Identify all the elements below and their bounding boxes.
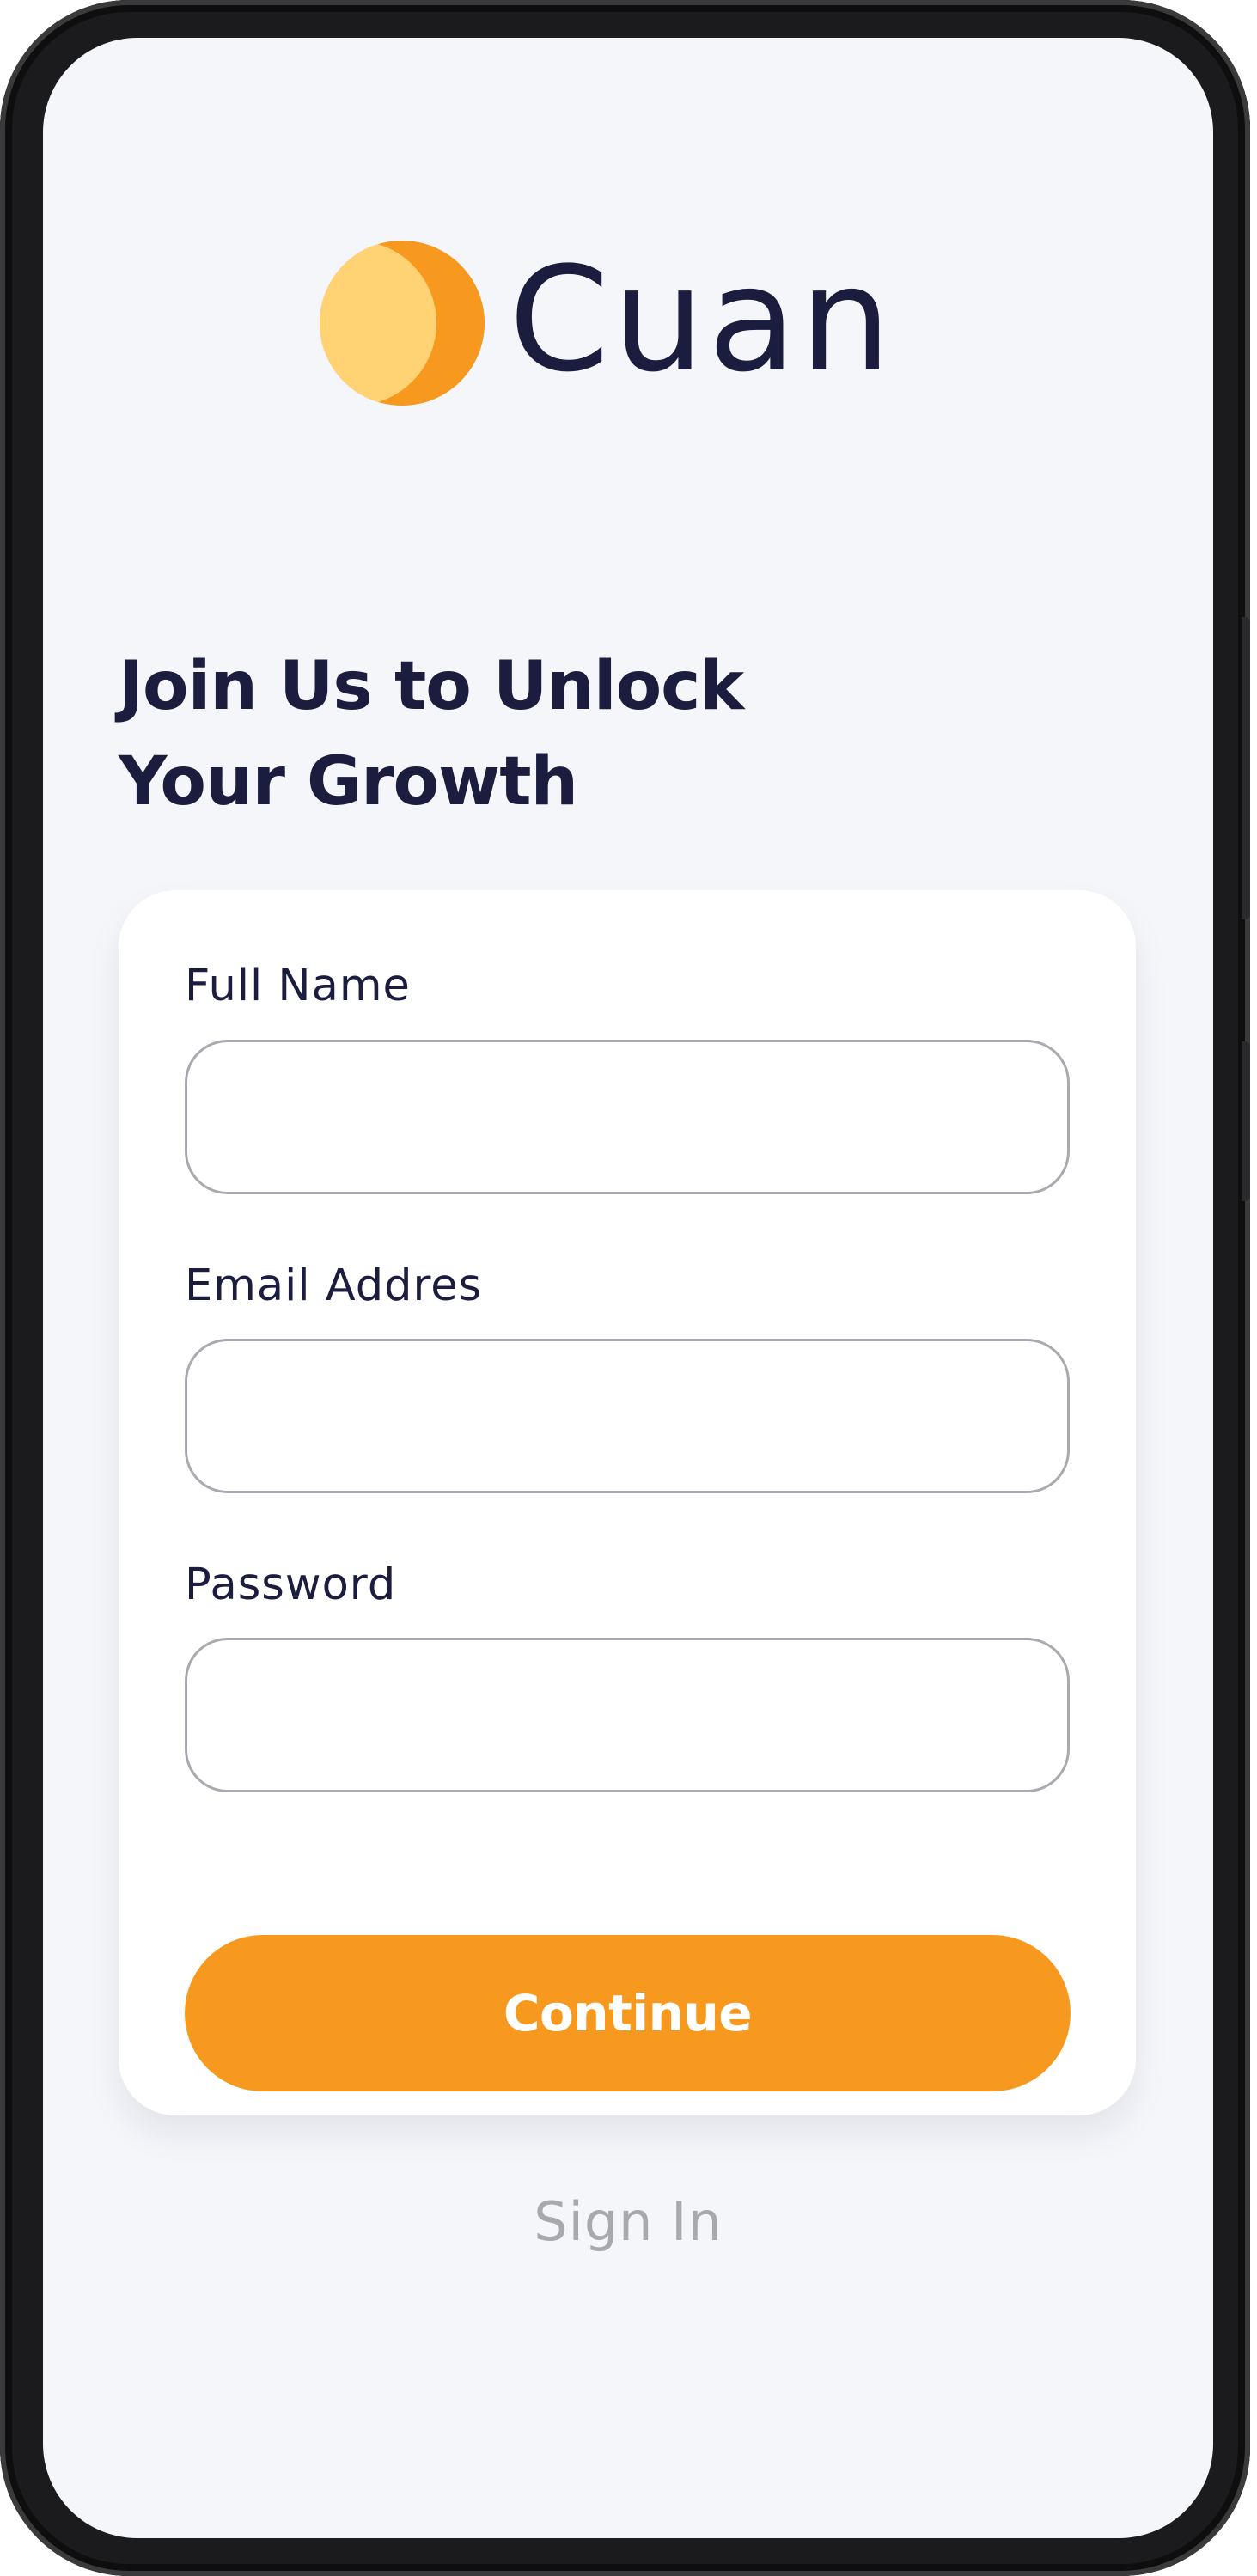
power-button: [1242, 1041, 1250, 1201]
page-title-line-1: Join Us to Unlock: [119, 648, 744, 725]
email-field[interactable]: [185, 1339, 1070, 1493]
full-name-label: Full Name: [185, 961, 411, 1011]
sign-in-link[interactable]: Sign In: [43, 2190, 1213, 2253]
email-label: Email Addres: [185, 1261, 483, 1311]
continue-button[interactable]: Continue: [185, 1935, 1071, 2091]
password-label: Password: [185, 1560, 397, 1610]
page-title-line-2: Your Growth: [119, 743, 578, 821]
brand-logo: Cuan: [320, 235, 895, 406]
password-field[interactable]: [185, 1638, 1070, 1792]
page-title: Join Us to Unlock Your Growth: [119, 639, 892, 830]
brand-name: Cuan: [509, 235, 895, 404]
crescent-moon-icon: [320, 241, 485, 406]
signup-card: Full Name Email Addres Password Continue: [119, 890, 1136, 2115]
volume-button: [1242, 617, 1250, 919]
phone-frame: Cuan Join Us to Unlock Your Growth Full …: [0, 0, 1250, 2576]
full-name-field[interactable]: [185, 1040, 1070, 1194]
screen: Cuan Join Us to Unlock Your Growth Full …: [43, 38, 1213, 2538]
